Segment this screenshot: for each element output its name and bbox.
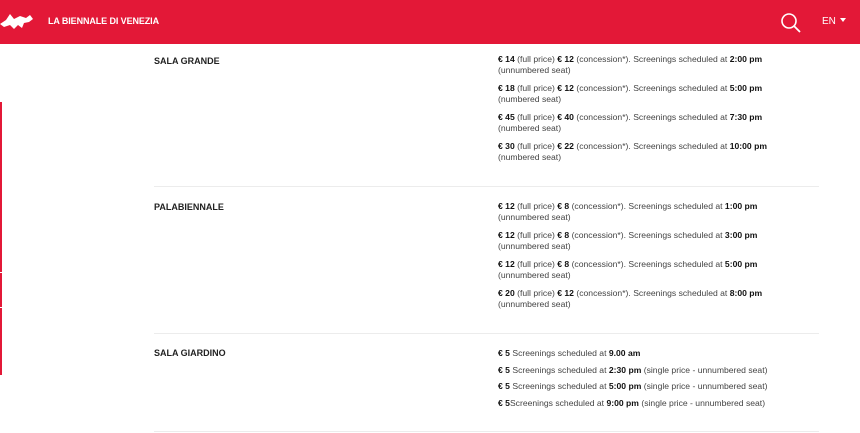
price-entry: € 30 (full price) € 22 (concession*). Sc… [498,141,767,162]
language-label: EN [822,16,836,27]
venue-prices: € 12 (full price) € 8 (concession*). Scr… [498,201,798,317]
price-entry: € 18 (full price) € 12 (concession*). Sc… [498,83,763,104]
sidebar-separator [0,307,2,308]
price-entry: € 5Screenings scheduled at 9:00 pm (sing… [498,397,766,408]
price-entry: € 12 (full price) € 8 (concession*). Scr… [498,259,758,280]
language-selector[interactable]: EN [822,16,846,27]
venue-prices: € 14 (full price) € 12 (concession*). Sc… [498,54,798,170]
search-icon[interactable] [780,12,802,34]
price-entry: € 5 Screenings scheduled at 5:00 pm (sin… [498,381,768,391]
section-divider [154,333,819,334]
price-entry: € 45 (full price) € 40 (concession*). Sc… [498,112,763,133]
sidebar-accent-line [0,102,2,375]
site-title[interactable]: LA BIENNALE DI VENEZIA [48,16,159,26]
price-entry: € 5 Screenings scheduled at 2:30 pm (sin… [498,364,768,375]
price-entry: € 5 Screenings scheduled at 9.00 am [498,348,641,358]
section-divider [154,186,819,187]
price-entry: € 20 (full price) € 12 (concession*). Sc… [498,288,763,309]
section-divider [154,431,819,432]
venue-prices: € 5 Screenings scheduled at 9.00 am € 5 … [498,348,798,414]
price-entry: € 12 (full price) € 8 (concession*). Scr… [498,201,758,222]
price-entry: € 12 (full price) € 8 (concession*). Scr… [498,230,758,251]
venue-name: SALA GRANDE [154,56,220,66]
venue-name: PALABIENNALE [154,202,224,212]
venue-name: SALA GIARDINO [154,348,226,358]
sidebar-separator [0,272,2,273]
price-entry: € 14 (full price) € 12 (concession*). Sc… [498,54,763,75]
winged-lion-logo-icon[interactable] [0,10,34,34]
chevron-down-icon [839,18,846,22]
site-header: LA BIENNALE DI VENEZIA EN [0,0,860,44]
